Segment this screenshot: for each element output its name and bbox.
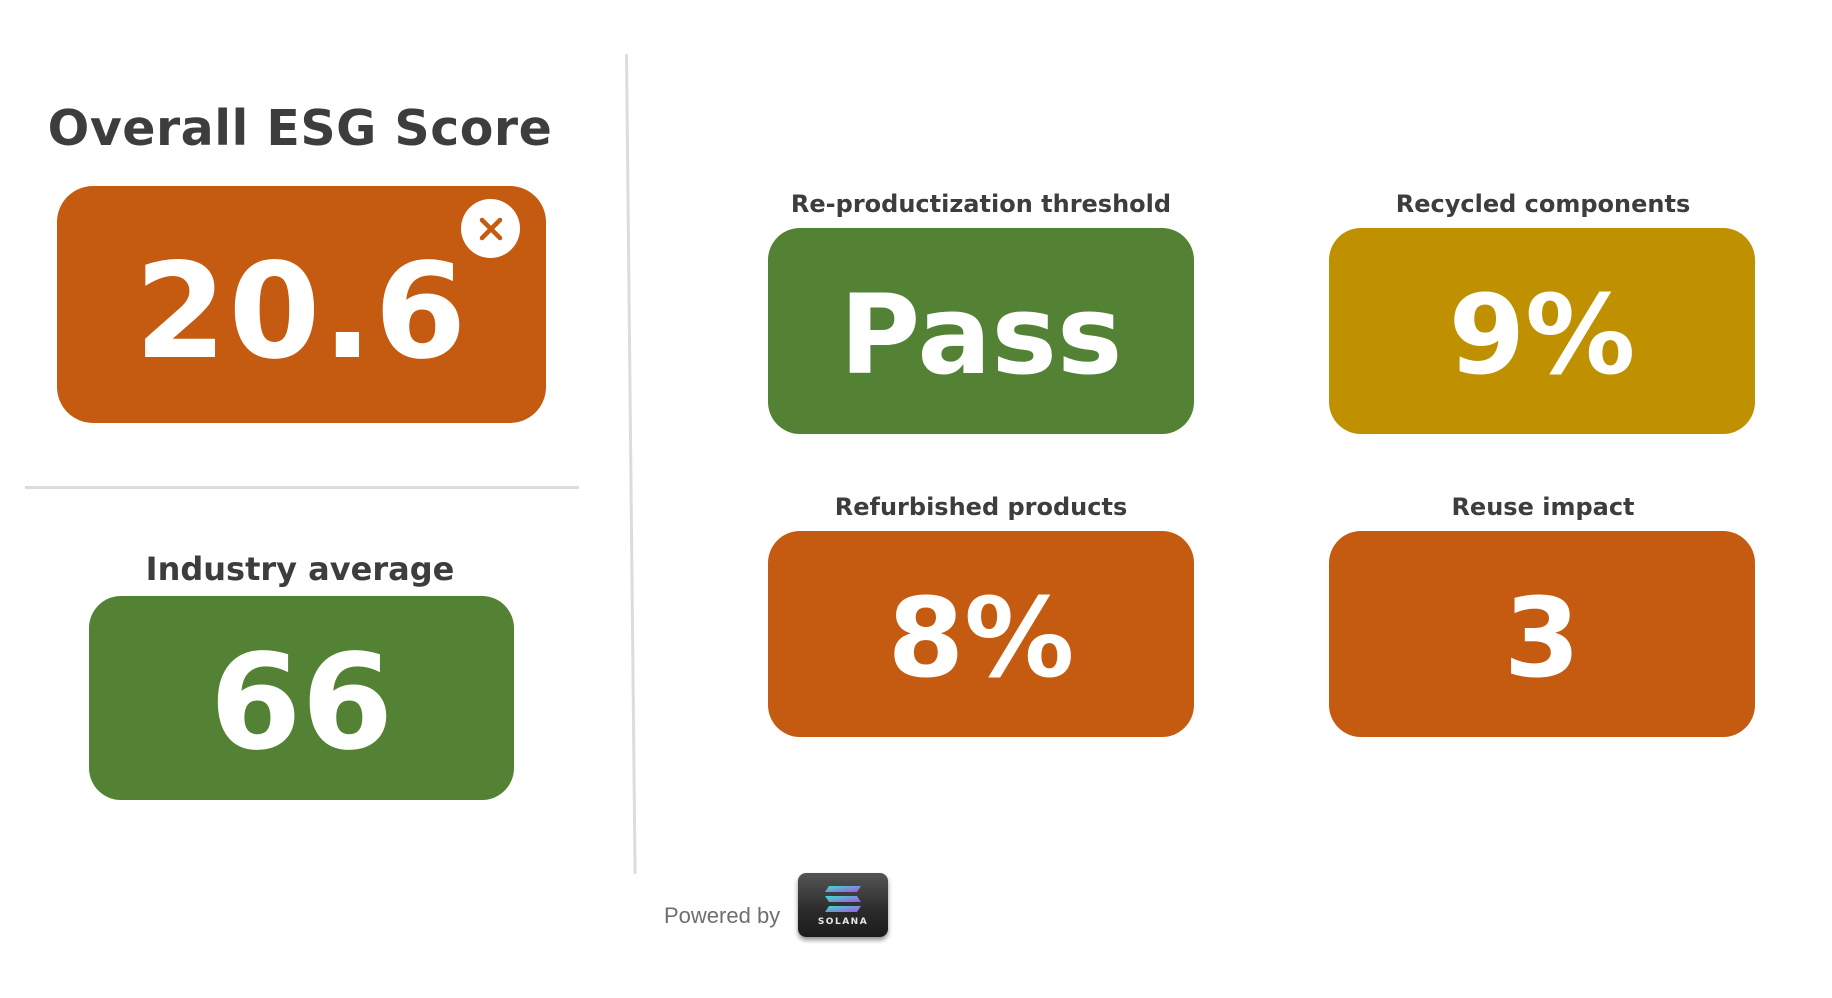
industry-average-value: 66 [209, 626, 394, 780]
vertical-divider [625, 53, 637, 874]
metric-card-refurbished-products: 8% [768, 531, 1194, 737]
horizontal-divider [25, 486, 579, 489]
metric-value-refurbished-products: 8% [887, 574, 1075, 702]
industry-average-title: Industry average [145, 550, 455, 588]
industry-average-card: 66 [89, 596, 514, 800]
overall-esg-score-card: 20.6 [57, 186, 546, 423]
overall-esg-score-value: 20.6 [134, 234, 469, 389]
metric-label-reuse-impact: Reuse impact [1451, 493, 1635, 521]
close-icon [461, 199, 520, 258]
metric-value-recycled-components: 9% [1448, 271, 1636, 399]
metric-label-refurbished-products: Refurbished products [834, 493, 1128, 521]
powered-by-text: Powered by [664, 903, 781, 928]
metric-card-reuse-impact: 3 [1329, 531, 1755, 737]
solana-mark-icon [825, 885, 861, 912]
metric-label-recycled-components: Recycled components [1395, 190, 1691, 218]
solana-logo[interactable]: SOLANA [798, 873, 888, 937]
metric-value-reuse-impact: 3 [1503, 574, 1581, 702]
metric-value-reproductization-threshold: Pass [839, 271, 1123, 399]
metric-label-reproductization-threshold: Re-productization threshold [790, 190, 1172, 218]
overall-esg-score-title: Overall ESG Score [47, 100, 553, 157]
metric-card-reproductization-threshold: Pass [768, 228, 1194, 434]
solana-logo-text: SOLANA [817, 916, 869, 927]
metric-card-recycled-components: 9% [1329, 228, 1755, 434]
